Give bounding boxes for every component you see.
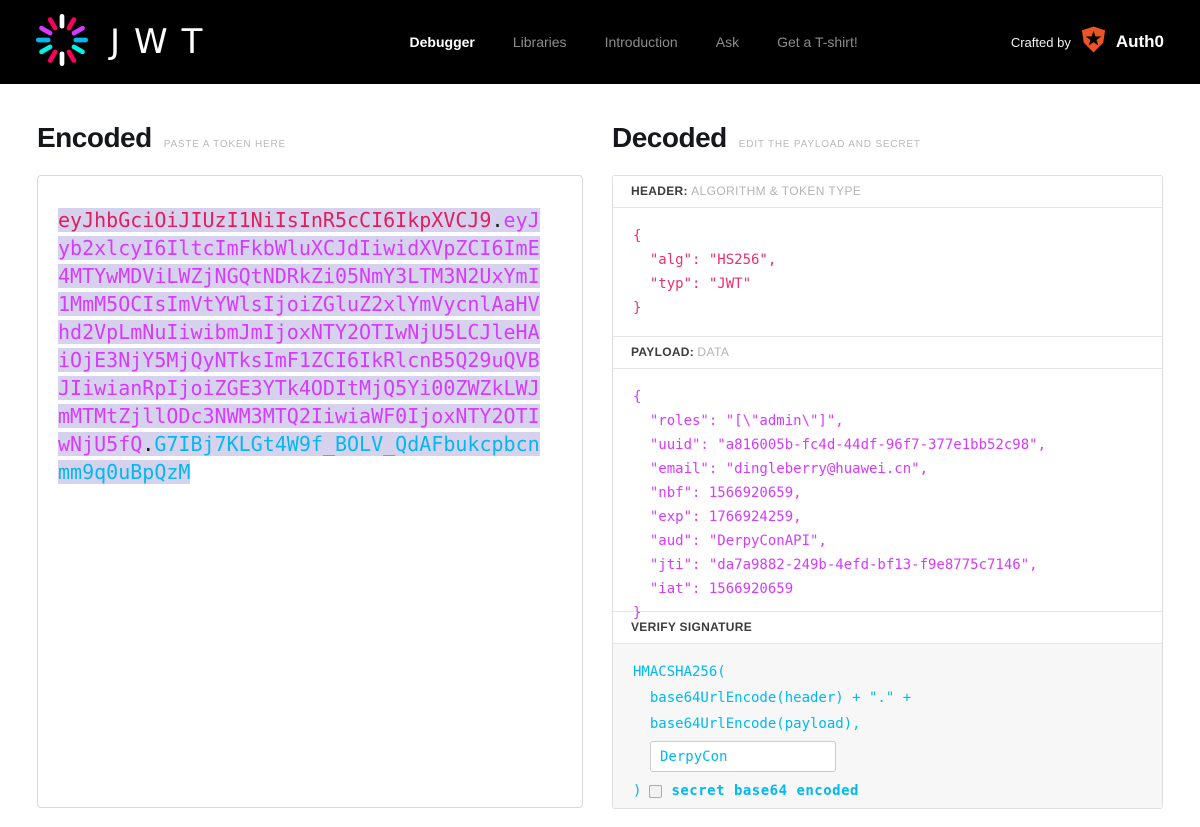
- payload-json-editor[interactable]: { "roles": "[\"admin\"]", "uuid": "a8160…: [613, 369, 1162, 612]
- header-label: HEADER:: [631, 184, 688, 198]
- token-separator-2: .: [142, 432, 154, 456]
- auth0-shield-icon: [1080, 26, 1107, 58]
- encoded-section: Encoded PASTE A TOKEN HERE eyJhbGciOiJIU…: [37, 122, 583, 808]
- base64-checkbox-label[interactable]: secret base64 encoded: [671, 778, 859, 804]
- top-navbar: JWT Debugger Libraries Introduction Ask …: [0, 0, 1200, 84]
- decoded-section: Decoded EDIT THE PAYLOAD AND SECRET HEAD…: [612, 122, 1163, 809]
- nav-link-ask[interactable]: Ask: [716, 34, 739, 50]
- token-separator-1: .: [491, 208, 503, 232]
- crafted-by-label: Crafted by: [1011, 35, 1071, 50]
- verify-label: VERIFY SIGNATURE: [631, 620, 752, 634]
- token-header-segment[interactable]: eyJhbGciOiJIUzI1NiIsInR5cCI6IkpXVCJ9: [58, 208, 491, 232]
- header-sublabel: ALGORITHM & TOKEN TYPE: [691, 184, 861, 198]
- decoded-subtitle: EDIT THE PAYLOAD AND SECRET: [739, 139, 921, 150]
- decoded-heading: Decoded EDIT THE PAYLOAD AND SECRET: [612, 122, 1163, 152]
- secret-input[interactable]: [650, 741, 836, 772]
- close-paren: ): [633, 778, 641, 804]
- verify-section-label: VERIFY SIGNATURE: [613, 612, 1162, 644]
- payload-sublabel: DATA: [697, 345, 729, 359]
- nav-links: Debugger Libraries Introduction Ask Get …: [256, 34, 1010, 50]
- verify-close-row: ) secret base64 encoded: [633, 778, 1142, 804]
- encoded-title: Encoded: [37, 122, 152, 154]
- jwt-pinwheel-icon: [36, 14, 88, 71]
- nav-link-debugger[interactable]: Debugger: [410, 34, 475, 50]
- nav-link-libraries[interactable]: Libraries: [513, 34, 567, 50]
- payload-label: PAYLOAD:: [631, 345, 694, 359]
- token-payload-segment[interactable]: eyJyb2xlcyI6IltcImFkbWluXCJdIiwidXVpZCI6…: [58, 208, 540, 456]
- encoded-subtitle: PASTE A TOKEN HERE: [164, 139, 286, 150]
- header-section-label: HEADER: ALGORITHM & TOKEN TYPE: [613, 176, 1162, 208]
- verify-signature-area: HMACSHA256( base64UrlEncode(header) + ".…: [613, 644, 1162, 808]
- nav-link-tshirt[interactable]: Get a T-shirt!: [777, 34, 858, 50]
- auth0-wordmark: Auth0: [1116, 32, 1164, 52]
- token-editor[interactable]: eyJhbGciOiJIUzI1NiIsInR5cCI6IkpXVCJ9.eyJ…: [37, 175, 583, 808]
- jwt-wordmark: JWT: [110, 22, 216, 62]
- nav-link-introduction[interactable]: Introduction: [605, 34, 678, 50]
- payload-section-label: PAYLOAD: DATA: [613, 337, 1162, 369]
- decoded-title: Decoded: [612, 122, 727, 154]
- jwt-logo[interactable]: JWT: [36, 14, 216, 71]
- verify-code: HMACSHA256( base64UrlEncode(header) + ".…: [633, 659, 1142, 737]
- crafted-by-auth0[interactable]: Crafted by Auth0: [1011, 26, 1164, 58]
- header-json[interactable]: { "alg": "HS256", "typ": "JWT" }: [613, 208, 1162, 336]
- base64-checkbox[interactable]: [649, 785, 662, 798]
- payload-json[interactable]: { "roles": "[\"admin\"]", "uuid": "a8160…: [613, 369, 1162, 641]
- encoded-heading: Encoded PASTE A TOKEN HERE: [37, 122, 583, 152]
- debugger-main: Encoded PASTE A TOKEN HERE eyJhbGciOiJIU…: [0, 84, 1200, 827]
- jwt-token-text[interactable]: eyJhbGciOiJIUzI1NiIsInR5cCI6IkpXVCJ9.eyJ…: [58, 206, 544, 486]
- header-json-editor[interactable]: { "alg": "HS256", "typ": "JWT" }: [613, 208, 1162, 337]
- decoded-panel: HEADER: ALGORITHM & TOKEN TYPE { "alg": …: [612, 175, 1163, 809]
